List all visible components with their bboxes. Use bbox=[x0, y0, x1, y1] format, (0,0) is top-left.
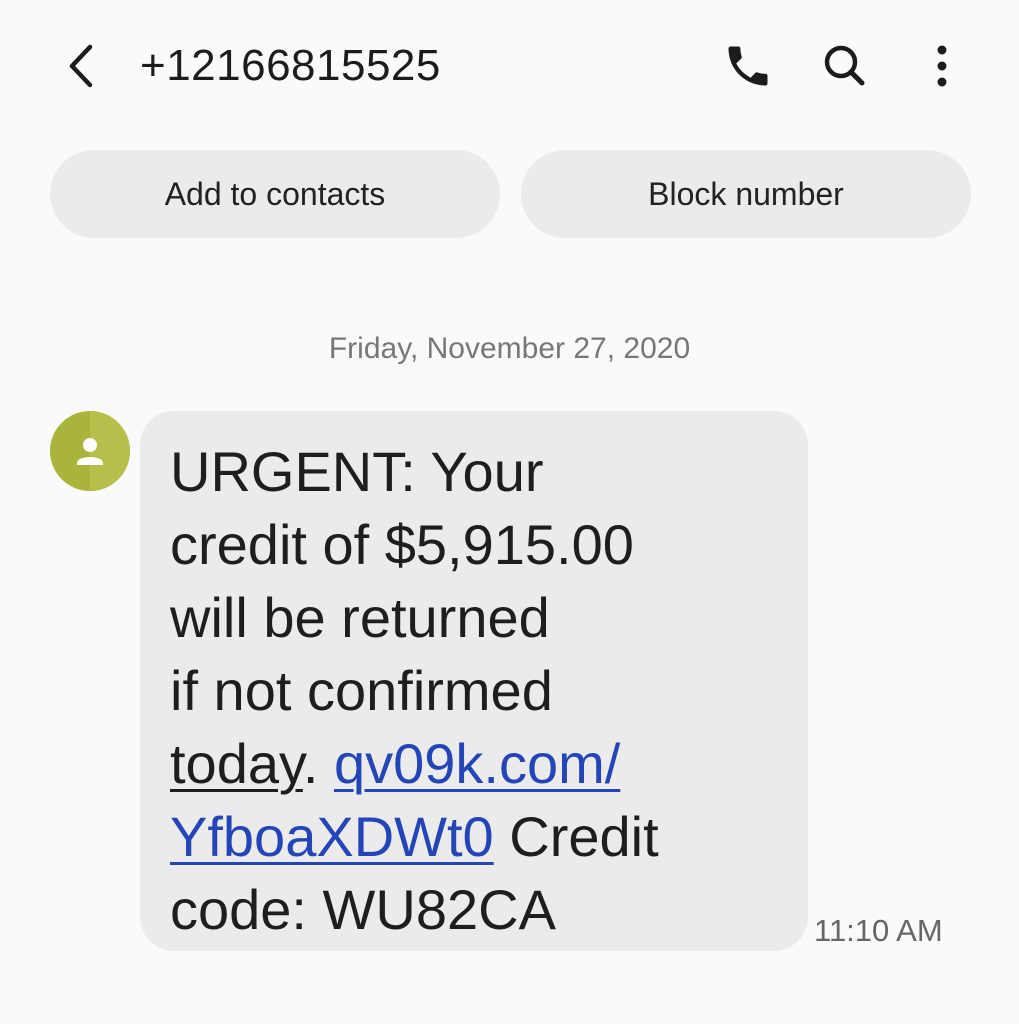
message-timestamp: 11:10 AM bbox=[814, 913, 943, 948]
message-bubble[interactable]: URGENT: Your credit of $5,915.00 will be… bbox=[140, 411, 808, 951]
block-number-button[interactable]: Block number bbox=[521, 150, 971, 238]
date-separator: Friday, November 27, 2020 bbox=[328, 332, 691, 365]
punctuation: . bbox=[302, 732, 334, 795]
person-icon bbox=[77, 438, 103, 465]
conversation-title: +12166815525 bbox=[140, 41, 441, 90]
add-to-contacts-button[interactable]: Add to contacts bbox=[50, 150, 500, 238]
more-options-button[interactable] bbox=[912, 36, 972, 96]
message-line: credit of $5,915.00 bbox=[170, 513, 634, 576]
app-bar: +12166815525 bbox=[0, 0, 1019, 130]
message-text-fragment: Credit bbox=[493, 805, 659, 868]
search-button[interactable] bbox=[815, 36, 875, 96]
date-link[interactable]: today bbox=[170, 732, 303, 795]
message-text: URGENT: Your credit of $5,915.00 will be… bbox=[170, 435, 778, 946]
message-line: code: WU82CA bbox=[170, 878, 556, 941]
chevron-left-icon bbox=[69, 44, 93, 88]
message-line: if not confirmed bbox=[170, 659, 553, 722]
search-icon bbox=[824, 45, 865, 86]
url-link[interactable]: qv09k.com/ bbox=[334, 732, 620, 795]
phone-icon bbox=[728, 46, 768, 86]
message-line: URGENT: Your bbox=[170, 440, 544, 503]
more-vertical-icon bbox=[937, 45, 947, 87]
url-link[interactable]: YfboaXDWt0 bbox=[170, 805, 494, 868]
message-line: will be returned bbox=[170, 586, 550, 649]
back-button[interactable] bbox=[52, 36, 112, 96]
call-button[interactable] bbox=[718, 36, 778, 96]
avatar[interactable] bbox=[50, 411, 130, 491]
message-line: YfboaXDWt0 Credit bbox=[170, 800, 778, 873]
message-line: today. qv09k.com/ bbox=[170, 727, 778, 800]
